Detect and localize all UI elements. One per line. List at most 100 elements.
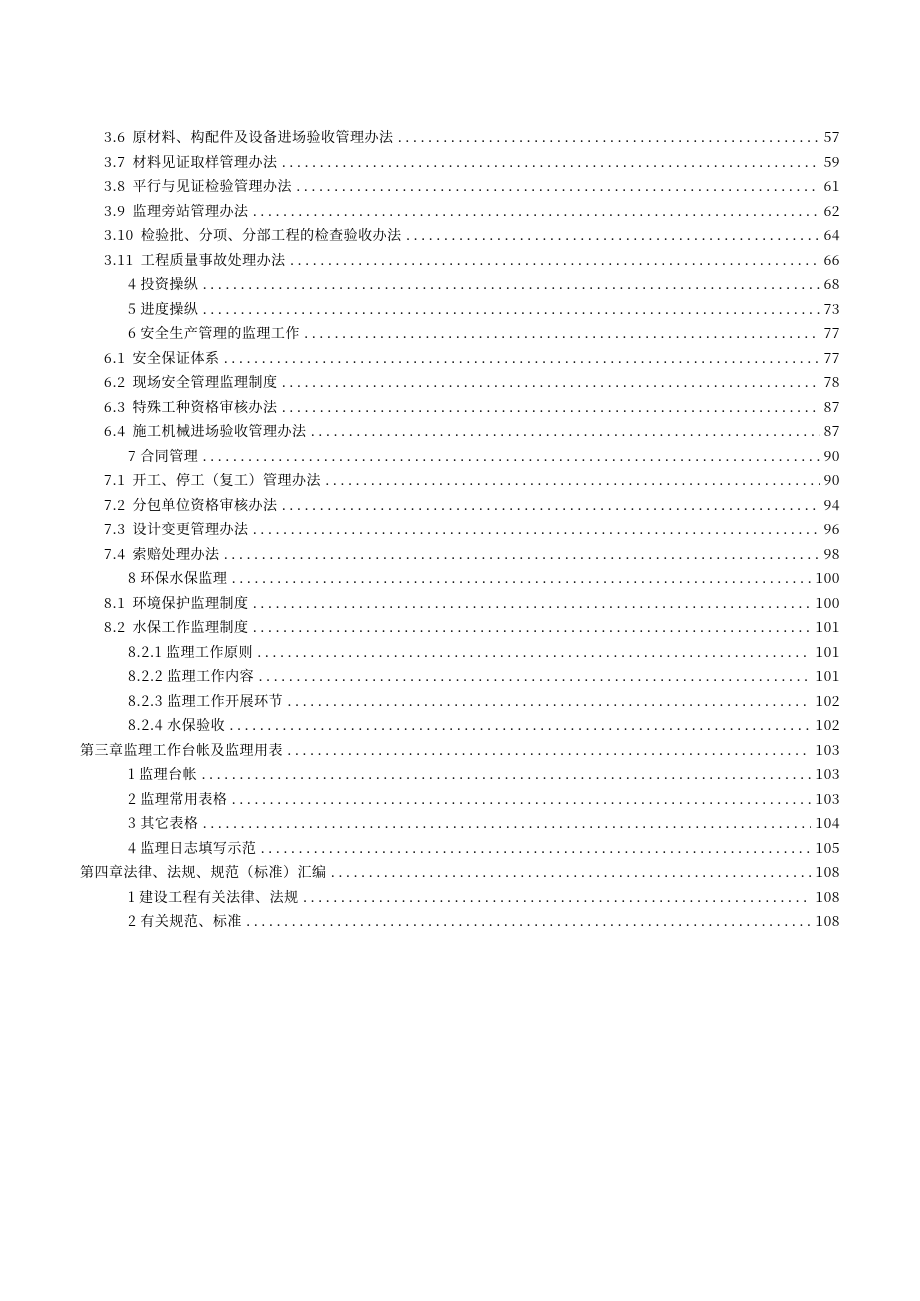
toc-entry: 7.4索赔处理办法98 [80,542,840,567]
toc-entry-title: 开工、停工（复工）管理办法 [132,468,321,493]
toc-leader-dots [202,272,819,297]
toc-leader-dots [229,713,811,738]
toc-entry: 3.8平行与见证检验管理办法61 [80,174,840,199]
toc-entry: 8.2.2 监理工作内容101 [80,664,840,689]
toc-entry-page: 102 [815,689,840,714]
toc-entry-title: 8.2.4 水保验收 [128,713,225,738]
toc-entry-page: 100 [815,591,840,616]
toc-entry: 4 投资操纵68 [80,272,840,297]
toc-leader-dots [325,468,820,493]
toc-entry-page: 78 [824,370,840,395]
toc-leader-dots [258,664,811,689]
toc-leader-dots [287,689,811,714]
toc-entry-page: 87 [824,419,840,444]
toc-entry-title: 原材料、构配件及设备进场验收管理办法 [132,125,393,150]
toc-entry: 5 进度操纵 73 [80,297,840,322]
toc-leader-dots [231,566,811,591]
toc-leader-dots [202,811,811,836]
toc-entry-page: 90 [824,468,840,493]
toc-entry-title: 材料见证取样管理办法 [132,150,277,175]
toc-leader-dots [287,738,811,763]
toc-entry-number: 6.3 [104,395,125,420]
toc-leader-dots [202,297,819,322]
toc-leader-dots [281,493,819,518]
toc-entry-page: 77 [824,346,840,371]
toc-entry: 6.2现场安全管理监理制度78 [80,370,840,395]
toc-entry-title: 安全保证体系 [132,346,219,371]
toc-entry-page: 98 [824,542,840,567]
toc-leader-dots [304,321,820,346]
toc-leader-dots [246,909,811,934]
toc-entry-number: 3.9 [104,199,125,224]
toc-entry-page: 64 [824,223,840,248]
toc-entry-title: 6 安全生产管理的监理工作 [128,321,300,346]
toc-entry: 6.3特殊工种资格审核办法87 [80,395,840,420]
toc-entry-page: 87 [824,395,840,420]
toc-entry-number: 7.1 [104,468,125,493]
toc-entry-page: 103 [815,787,840,812]
toc-leader-dots [290,248,820,273]
toc-entry-page: 77 [824,321,840,346]
toc-entry-page: 101 [815,640,840,665]
toc-entry: 1 监理台帐103 [80,762,840,787]
toc-entry-page: 94 [824,493,840,518]
toc-leader-dots [252,591,811,616]
toc-entry-page: 108 [815,860,840,885]
toc-entry: 7.2 分包单位资格审核办法 94 [80,493,840,518]
toc-leader-dots [303,885,812,910]
toc-entry: 3.11工程质量事故处理办法66 [80,248,840,273]
toc-entry-page: 102 [815,713,840,738]
toc-entry-number: 8.2 [104,615,125,640]
toc-entry-page: 68 [824,272,840,297]
toc-entry: 1 建设工程有关法律、法规 108 [80,885,840,910]
toc-leader-dots [296,174,820,199]
toc-entry: 6.4 施工机械进场验收管理办法 87 [80,419,840,444]
toc-entry: 8.2水保工作监理制度101 [80,615,840,640]
toc-entry-title: 5 进度操纵 [128,297,198,322]
toc-entry: 8.2.3 监理工作开展环节 102 [80,689,840,714]
toc-entry-page: 90 [824,444,840,469]
toc-leader-dots [223,542,819,567]
toc-entry: 第四章法律、法规、规范（标准）汇编108 [80,860,840,885]
toc-entry: 4 监理日志填写示范105 [80,836,840,861]
toc-entry-title: 3 其它表格 [128,811,198,836]
toc-entry-title: 8.2.1 监理工作原则 [128,640,253,665]
toc-entry-title: 环境保护监理制度 [132,591,248,616]
toc-entry-number: 7.3 [104,517,125,542]
toc-entry-page: 108 [815,885,840,910]
toc-entry-number: 7.4 [104,542,125,567]
toc-entry-title: 4 监理日志填写示范 [128,836,256,861]
toc-leader-dots [257,640,811,665]
toc-entry: 7.3设计变更管理办法96 [80,517,840,542]
toc-entry-title: 施工机械进场验收管理办法 [132,419,306,444]
toc-entry-page: 73 [824,297,840,322]
toc-entry-title: 监理旁站管理办法 [132,199,248,224]
toc-entry-page: 66 [824,248,840,273]
toc-leader-dots [252,517,819,542]
toc-entry-page: 61 [824,174,840,199]
toc-leader-dots [281,150,819,175]
toc-entry-page: 101 [815,615,840,640]
toc-entry-title: 7 合同管理 [128,444,198,469]
toc-entry: 3.10检验批、分项、分部工程的检查验收办法64 [80,223,840,248]
toc-entry: 3 其它表格104 [80,811,840,836]
toc-entry-number: 3.6 [104,125,125,150]
table-of-contents: 3.6原材料、构配件及设备进场验收管理办法573.7材料见证取样管理办法593.… [80,125,840,934]
toc-entry-number: 6.4 [104,419,125,444]
toc-entry-number: 7.2 [104,493,125,518]
toc-leader-dots [252,199,819,224]
toc-entry-title: 1 建设工程有关法律、法规 [128,885,299,910]
toc-leader-dots [331,860,812,885]
toc-entry-title: 分包单位资格审核办法 [132,493,277,518]
toc-leader-dots [202,444,819,469]
toc-entry: 8.1环境保护监理制度100 [80,591,840,616]
document-page: 3.6原材料、构配件及设备进场验收管理办法573.7材料见证取样管理办法593.… [0,0,920,1301]
toc-entry-page: 96 [824,517,840,542]
toc-entry-page: 101 [815,664,840,689]
toc-entry-title: 第三章监理工作台帐及监理用表 [80,738,283,763]
toc-leader-dots [397,125,819,150]
toc-entry: 8 环保水保监理100 [80,566,840,591]
toc-leader-dots [310,419,819,444]
toc-entry-title: 8.2.3 监理工作开展环节 [128,689,283,714]
toc-entry-page: 62 [824,199,840,224]
